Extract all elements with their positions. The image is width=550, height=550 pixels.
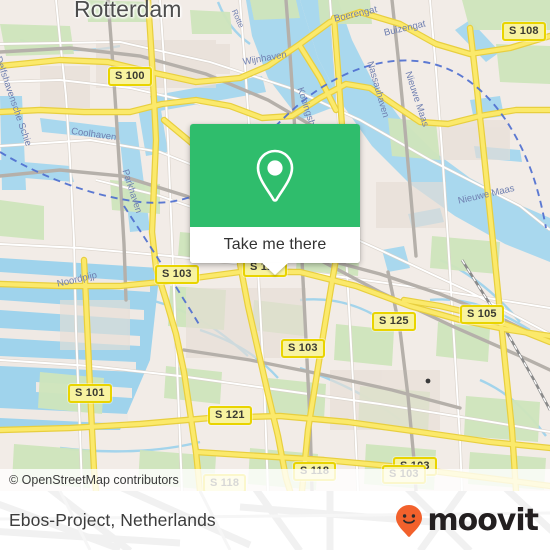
map-pin-icon: [256, 149, 294, 202]
take-me-there-label: Take me there: [223, 236, 327, 253]
page-title: Ebos-Project, Netherlands: [9, 510, 216, 530]
route-shield: S 103: [155, 265, 199, 284]
route-shield: S 100: [108, 67, 152, 86]
map-canvas[interactable]: Rotterdam Delfshavensche Schie Coolhaven P…: [0, 0, 550, 491]
moovit-smiley-pin-icon: [396, 504, 423, 537]
location-info-card[interactable]: Take me there: [190, 124, 360, 275]
route-shield: S 108: [502, 22, 546, 41]
take-me-there-button[interactable]: Take me there: [190, 227, 360, 263]
route-shield: S 105: [460, 305, 504, 324]
screenshot-root: Rotterdam Delfshavensche Schie Coolhaven P…: [0, 0, 550, 550]
route-shield: S 101: [68, 384, 112, 403]
card-header: [190, 124, 360, 227]
card-pointer-tail: [262, 263, 288, 275]
moovit-logo[interactable]: moovit: [394, 491, 539, 550]
moovit-wordmark: moovit: [427, 502, 539, 538]
route-shield: S 121: [208, 406, 252, 425]
route-shield: S 125: [372, 312, 416, 331]
footer-bar: Ebos-Project, Netherlands moovit: [0, 491, 550, 550]
osm-attribution-text: © OpenStreetMap contributors: [9, 473, 179, 487]
route-shield: S 103: [281, 339, 325, 358]
map-attribution-bar: © OpenStreetMap contributors: [0, 469, 550, 491]
